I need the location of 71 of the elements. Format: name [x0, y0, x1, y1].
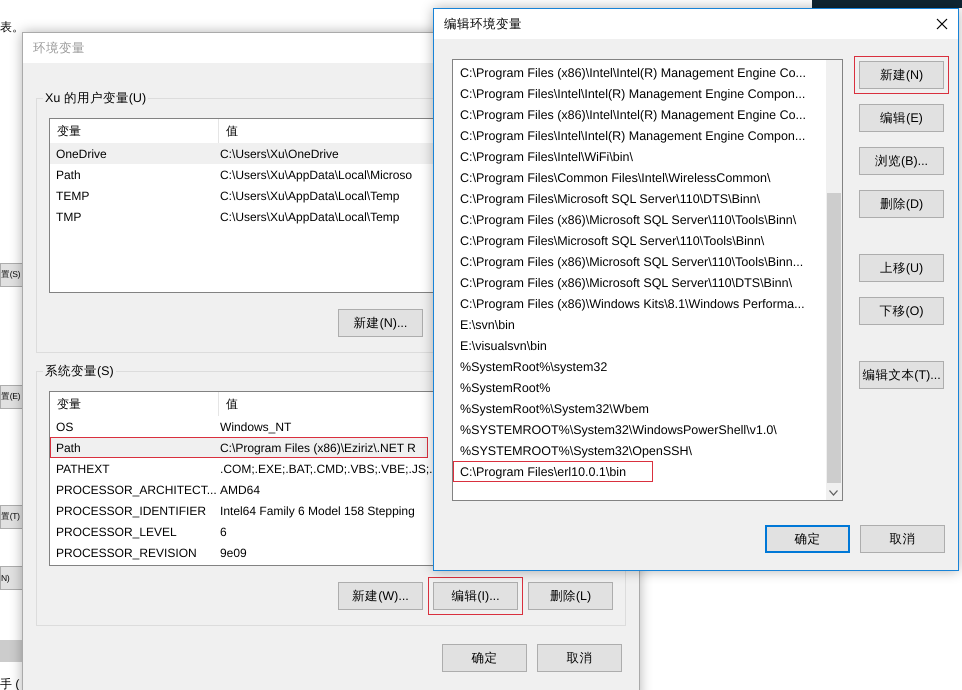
- dialog-button[interactable]: 确定: [442, 644, 527, 672]
- path-item[interactable]: C:\Program Files (x86)\Intel\Intel(R) Management Engine Co...: [453, 104, 823, 125]
- path-item[interactable]: %SystemRoot%\system32: [453, 356, 823, 377]
- action-button[interactable]: 新建(N)...: [338, 309, 423, 337]
- column-header[interactable]: 变量: [50, 392, 219, 416]
- path-item[interactable]: E:\svn\bin: [453, 314, 823, 335]
- path-item[interactable]: C:\Program Files\Microsoft SQL Server\110\DTS\Binn\: [453, 188, 823, 209]
- table-cell: OneDrive: [56, 146, 107, 160]
- table-cell: C:\Users\Xu\OneDrive: [219, 146, 339, 160]
- path-item[interactable]: %SYSTEMROOT%\System32\OpenSSH\: [453, 440, 823, 461]
- table-cell: Path: [56, 440, 81, 454]
- path-item[interactable]: C:\Program Files (x86)\Intel\Intel(R) Management Engine Co...: [453, 62, 823, 83]
- action-button[interactable]: 编辑文本(T)...: [859, 361, 944, 389]
- table-cell: C:\Users\Xu\AppData\Local\Temp: [219, 188, 400, 202]
- table-cell: PROCESSOR_LEVEL: [56, 524, 177, 538]
- table-cell: TMP: [56, 210, 82, 224]
- path-item[interactable]: %SYSTEMROOT%\System32\WindowsPowerShell\v1.0\: [453, 419, 823, 440]
- window-title: 环境变量: [33, 40, 85, 56]
- action-button[interactable]: 下移(O): [859, 297, 944, 325]
- table-cell: Windows_NT: [219, 420, 292, 434]
- action-button[interactable]: 删除(L): [528, 582, 613, 610]
- path-item[interactable]: C:\Program Files (x86)\Microsoft SQL Server\110\Tools\Binn\: [453, 209, 823, 230]
- table-cell: C:\Users\Xu\AppData\Local\Temp: [219, 210, 400, 224]
- action-button[interactable]: 删除(D): [859, 190, 944, 218]
- action-button[interactable]: 上移(U): [859, 254, 944, 282]
- action-button[interactable]: 浏览(B)...: [859, 147, 944, 175]
- table-cell: OS: [56, 420, 74, 434]
- table-row[interactable]: Path C:\Program Files (x86)\Eziriz\.NET R: [50, 437, 428, 458]
- table-cell: Path: [56, 168, 81, 182]
- path-item[interactable]: E:\visualsvn\bin: [453, 335, 823, 356]
- path-item[interactable]: C:\Program Files (x86)\Microsoft SQL Server\110\Tools\Binn...: [453, 251, 823, 272]
- settings-button[interactable]: N): [0, 566, 22, 590]
- path-item[interactable]: C:\Program Files (x86)\Microsoft SQL Server\110\DTS\Binn\: [453, 272, 823, 293]
- path-item[interactable]: C:\Program Files\Common Files\Intel\WirelessCommon\: [453, 167, 823, 188]
- table-cell: PATHEXT: [56, 462, 110, 476]
- table-cell: C:\Users\Xu\AppData\Local\Microso: [219, 168, 412, 182]
- chevron-down-icon[interactable]: [829, 490, 838, 496]
- path-item[interactable]: C:\Program Files\Microsoft SQL Server\110\Tools\Binn\: [453, 230, 823, 251]
- table-cell: 9e09: [219, 546, 247, 560]
- scrollbar[interactable]: [826, 60, 842, 500]
- action-button[interactable]: 新建(N): [854, 56, 949, 94]
- group-label: Xu 的用户变量(U): [43, 90, 148, 107]
- close-icon[interactable]: [936, 18, 948, 30]
- settings-button[interactable]: 置(T): [0, 505, 22, 529]
- path-item[interactable]: %SystemRoot%: [453, 377, 823, 398]
- action-button[interactable]: 编辑(I)...: [428, 577, 523, 615]
- table-cell: 6: [219, 524, 227, 538]
- table-cell: PROCESSOR_ARCHITECT...: [56, 482, 217, 496]
- table-cell: AMD64: [219, 482, 260, 496]
- action-button[interactable]: 新建(W)...: [338, 582, 423, 610]
- action-button[interactable]: 编辑(E): [859, 104, 944, 132]
- path-item[interactable]: C:\Program Files\erl10.0.1\bin: [453, 461, 653, 482]
- path-item[interactable]: C:\Program Files\Intel\Intel(R) Management Engine Compon...: [453, 125, 823, 146]
- path-item[interactable]: C:\Program Files\Intel\Intel(R) Management Engine Compon...: [453, 83, 823, 104]
- path-item[interactable]: C:\Program Files (x86)\Windows Kits\8.1\Windows Performa...: [453, 293, 823, 314]
- description-text: 表。: [0, 19, 24, 36]
- table-cell: .COM;.EXE;.BAT;.CMD;.VBS;.VBE;.JS;.: [219, 462, 432, 476]
- table-cell: C:\Program Files (x86)\Eziriz\.NET R: [219, 440, 416, 454]
- dialog-button[interactable]: 取消: [537, 644, 622, 672]
- dialog-title: 编辑环境变量: [444, 16, 522, 32]
- dialog-button[interactable]: 取消: [860, 525, 945, 553]
- table-cell: Intel64 Family 6 Model 158 Stepping: [219, 504, 415, 518]
- settings-button[interactable]: 置(S): [0, 263, 22, 287]
- table-cell: PROCESSOR_IDENTIFIER: [56, 504, 206, 518]
- group-label: 系统变量(S): [43, 363, 116, 380]
- table-cell: PROCESSOR_REVISION: [56, 546, 197, 560]
- table-cell: TEMP: [56, 188, 90, 202]
- path-item[interactable]: %SystemRoot%\System32\Wbem: [453, 398, 823, 419]
- settings-button[interactable]: 置(E): [0, 385, 22, 409]
- dialog-button[interactable]: 确定: [765, 525, 850, 553]
- footer-bar: [0, 640, 22, 662]
